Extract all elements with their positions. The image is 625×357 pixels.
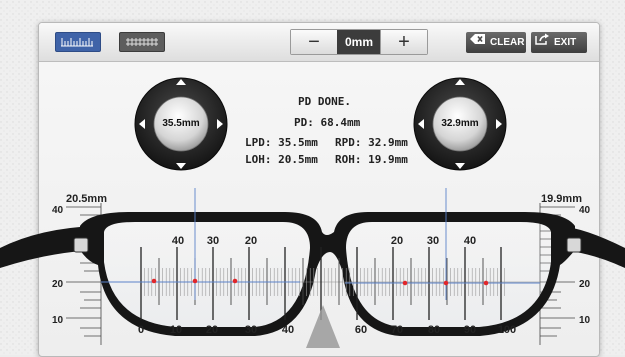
- lower-label: 100: [498, 324, 516, 336]
- lower-label: 40: [282, 324, 294, 336]
- right-dial-value: 32.9mm: [441, 118, 479, 129]
- lower-label: 60: [355, 324, 367, 336]
- right-tick-40: 40: [579, 205, 591, 216]
- lower-label: 70: [391, 324, 403, 336]
- lower-label: 20: [206, 324, 218, 336]
- measurement-overlay: 40 20 10 40 20 10 40 30 20 20 30 40 0 10…: [0, 77, 625, 348]
- lower-label: 0: [138, 324, 144, 336]
- upper-left-label: 30: [207, 235, 219, 247]
- center-pointer-icon: [306, 305, 340, 348]
- lower-label: 30: [245, 324, 257, 336]
- right-marker-outer[interactable]: [483, 280, 489, 286]
- lpd-value: LPD: 35.5mm: [245, 136, 318, 149]
- right-marker-inner[interactable]: [402, 280, 408, 286]
- lower-label: 10: [170, 324, 182, 336]
- right-tick-20: 20: [579, 279, 591, 290]
- upper-right-label: 20: [391, 235, 403, 247]
- left-tick-20: 20: [52, 279, 64, 290]
- roh-value: ROH: 19.9mm: [335, 153, 408, 166]
- rpd-value: RPD: 32.9mm: [335, 136, 408, 149]
- lower-label: 90: [464, 324, 476, 336]
- left-tick-10: 10: [52, 315, 64, 326]
- right-pupil-marker[interactable]: [443, 280, 449, 286]
- left-dial-value: 35.5mm: [162, 118, 200, 129]
- left-tick-40: 40: [52, 205, 64, 216]
- left-marker-inner[interactable]: [232, 278, 238, 284]
- upper-right-label: 40: [464, 235, 476, 247]
- eyeglasses-frame-image: [0, 212, 625, 336]
- right-height-label: 19.9mm: [541, 193, 582, 205]
- left-marker-outer[interactable]: [151, 278, 157, 284]
- upper-right-label: 30: [427, 235, 439, 247]
- left-height-label: 20.5mm: [66, 193, 107, 205]
- left-pupil-marker[interactable]: [192, 278, 198, 284]
- loh-value: LOH: 20.5mm: [245, 153, 318, 166]
- lower-label: 80: [428, 324, 440, 336]
- upper-left-label: 20: [245, 235, 257, 247]
- pd-total: PD: 68.4mm: [294, 116, 361, 129]
- pd-status: PD DONE.: [298, 95, 351, 108]
- upper-left-label: 40: [172, 235, 184, 247]
- right-tick-10: 10: [579, 315, 591, 326]
